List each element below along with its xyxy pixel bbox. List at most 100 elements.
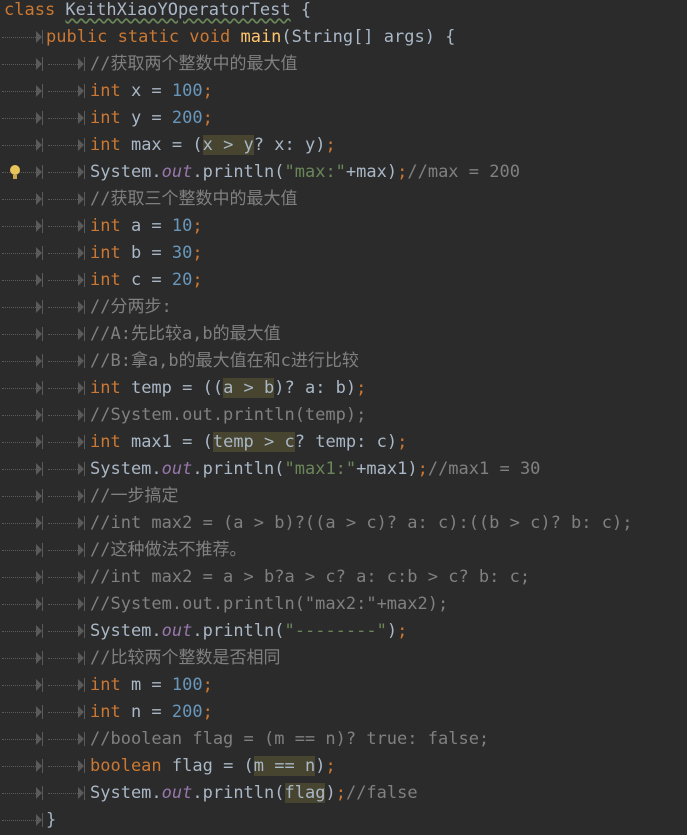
- code-line[interactable]: //System.out.println(temp);: [0, 402, 687, 429]
- code-token: //B:拿a,b的最大值在和c进行比较: [90, 351, 359, 371]
- tab-bar-icon: [84, 327, 85, 341]
- indent-guide: [2, 658, 40, 660]
- code-line[interactable]: int b = 30;: [0, 240, 687, 267]
- code-token: //int max2 = a > b?a > c? a: c:b > c? b:…: [90, 567, 531, 587]
- indent-guide: [2, 739, 40, 741]
- tab-bar-icon: [84, 543, 85, 557]
- tab-bar-icon: [42, 354, 43, 368]
- code-token: out: [161, 459, 193, 479]
- code-line[interactable]: System.out.println("max:"+max);//max = 2…: [0, 159, 687, 186]
- code-token: }: [46, 810, 57, 830]
- code-line[interactable]: int n = 200;: [0, 699, 687, 726]
- code-token: "max1:": [284, 459, 357, 479]
- indent-guide: [2, 307, 40, 309]
- code-line[interactable]: int m = 100;: [0, 672, 687, 699]
- code-token: class: [4, 0, 66, 20]
- code-token: a =: [130, 216, 172, 236]
- code-line[interactable]: System.out.println("max1:"+max1);//max1 …: [0, 456, 687, 483]
- code-line[interactable]: //获取三个整数中的最大值: [0, 186, 687, 213]
- code-token: int: [90, 216, 131, 236]
- code-line[interactable]: //B:拿a,b的最大值在和c进行比较: [0, 348, 687, 375]
- tab-bar-icon: [42, 300, 43, 314]
- tab-bar-icon: [84, 705, 85, 719]
- code-text: //一步搞定: [90, 483, 178, 510]
- code-line[interactable]: int a = 10;: [0, 213, 687, 240]
- tab-bar-icon: [84, 678, 85, 692]
- code-token: ;: [202, 81, 213, 101]
- code-line[interactable]: //System.out.println("max2:"+max2);: [0, 591, 687, 618]
- code-line[interactable]: int x = 100;: [0, 78, 687, 105]
- code-line[interactable]: //int max2 = a > b?a > c? a: c:b > c? b:…: [0, 564, 687, 591]
- tab-bar-icon: [84, 597, 85, 611]
- tab-bar-icon: [84, 462, 85, 476]
- indent-guide: [2, 280, 40, 282]
- code-text: int y = 200;: [90, 105, 213, 132]
- indent-guide: [2, 388, 40, 390]
- code-token: int: [90, 135, 131, 155]
- code-token: x > y: [202, 135, 254, 155]
- tab-bar-icon: [84, 759, 85, 773]
- code-token: //int max2 = (a > b)?((a > c)? a: c):((b…: [90, 513, 633, 533]
- code-token: m =: [130, 675, 172, 695]
- code-token: n =: [130, 702, 172, 722]
- code-line[interactable]: public static void main(String[] args) {: [0, 24, 687, 51]
- indent-guide: [2, 496, 40, 498]
- code-line[interactable]: class KeithXiaoYOperatorTest {: [0, 0, 687, 24]
- code-text: int n = 200;: [90, 699, 213, 726]
- tab-bar-icon: [42, 759, 43, 773]
- code-line[interactable]: int y = 200;: [0, 105, 687, 132]
- code-line[interactable]: //boolean flag = (m == n)? true: false;: [0, 726, 687, 753]
- code-line[interactable]: //一步搞定: [0, 483, 687, 510]
- code-line[interactable]: }: [0, 807, 687, 834]
- tab-bar-icon: [42, 381, 43, 395]
- code-token: int: [90, 270, 131, 290]
- code-line[interactable]: int temp = ((a > b)? a: b);: [0, 375, 687, 402]
- code-line[interactable]: int max = (x > y? x: y);: [0, 132, 687, 159]
- tab-bar-icon: [84, 84, 85, 98]
- code-token: +max1): [356, 459, 418, 479]
- code-line[interactable]: //分两步:: [0, 294, 687, 321]
- code-text: //比较两个整数是否相同: [90, 645, 280, 672]
- tab-bar-icon: [42, 543, 43, 557]
- code-line[interactable]: System.out.println(flag);//false: [0, 780, 687, 807]
- code-token: 200: [171, 702, 203, 722]
- tab-bar-icon: [84, 219, 85, 233]
- code-token: int: [90, 378, 131, 398]
- tab-bar-icon: [42, 408, 43, 422]
- indent-guide: [2, 91, 40, 93]
- tab-bar-icon: [42, 327, 43, 341]
- tab-bar-icon: [84, 138, 85, 152]
- code-line[interactable]: System.out.println("--------");: [0, 618, 687, 645]
- code-line[interactable]: boolean flag = (m == n);: [0, 753, 687, 780]
- tab-bar-icon: [42, 597, 43, 611]
- indent-guide: [2, 172, 40, 174]
- code-token: System.: [90, 783, 162, 803]
- code-token: //这种做法不推荐。: [90, 540, 247, 560]
- code-text: //获取两个整数中的最大值: [90, 51, 297, 78]
- code-line[interactable]: //A:先比较a,b的最大值: [0, 321, 687, 348]
- indent-guide: [2, 577, 40, 579]
- code-token: a > b: [223, 378, 275, 398]
- code-token: y =: [130, 108, 172, 128]
- tab-bar-icon: [84, 732, 85, 746]
- code-line[interactable]: int c = 20;: [0, 267, 687, 294]
- indent-guide: [2, 523, 40, 525]
- code-line[interactable]: int max1 = (temp > c? temp: c);: [0, 429, 687, 456]
- code-token: ;: [202, 675, 213, 695]
- lightbulb-icon[interactable]: [10, 165, 20, 179]
- code-line[interactable]: //获取两个整数中的最大值: [0, 51, 687, 78]
- code-line[interactable]: //这种做法不推荐。: [0, 537, 687, 564]
- code-line[interactable]: //int max2 = (a > b)?((a > c)? a: c):((b…: [0, 510, 687, 537]
- code-token: (String[] args) {: [281, 27, 456, 47]
- tab-bar-icon: [84, 516, 85, 530]
- indent-guide: [48, 442, 82, 444]
- code-token: +max): [345, 162, 398, 182]
- code-editor[interactable]: class KeithXiaoYOperatorTest {public sta…: [0, 0, 687, 835]
- code-line[interactable]: //比较两个整数是否相同: [0, 645, 687, 672]
- indent-guide: [2, 37, 40, 39]
- indent-guide: [48, 766, 82, 768]
- code-text: int c = 20;: [90, 267, 203, 294]
- code-token: 30: [171, 243, 193, 263]
- tab-bar-icon: [42, 165, 43, 179]
- code-token: //max1 = 30: [427, 459, 541, 479]
